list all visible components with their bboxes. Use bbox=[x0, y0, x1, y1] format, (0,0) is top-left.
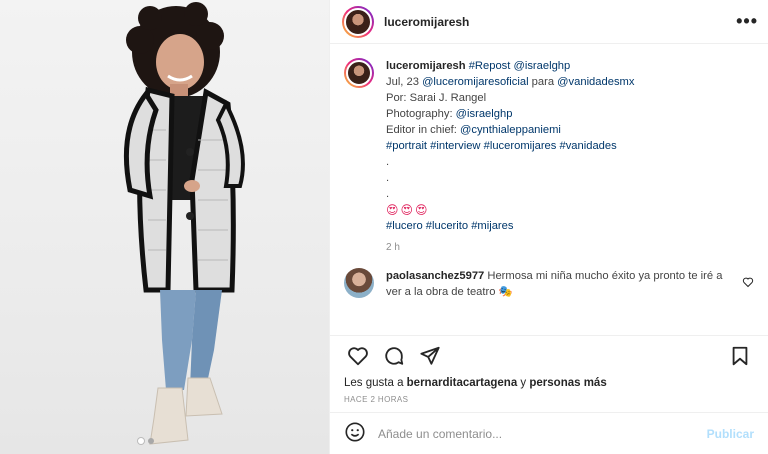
caption-dot: . bbox=[386, 156, 390, 168]
caption-username[interactable]: luceromijaresh bbox=[386, 60, 466, 72]
more-options-icon[interactable]: ••• bbox=[736, 11, 758, 32]
caption-hashtags-lucero[interactable]: #lucero #lucerito #mijares bbox=[386, 218, 634, 234]
caption-editor-label: Editor in chief: bbox=[386, 124, 460, 136]
comment-item: paolasanchez5977 Hermosa mi niña mucho é… bbox=[330, 256, 768, 300]
caption-para: para bbox=[528, 76, 558, 88]
comments-area[interactable]: luceromijaresh #Repost @israelghp Jul, 2… bbox=[330, 44, 768, 335]
commenter-avatar[interactable] bbox=[344, 268, 374, 298]
post-actions-bar bbox=[330, 335, 768, 375]
mention-cynthialeppaniemi[interactable]: @cynthialeppaniemi bbox=[460, 124, 561, 136]
post-age[interactable]: HACE 2 HORAS bbox=[330, 391, 768, 412]
comment-like-heart-icon[interactable] bbox=[742, 268, 754, 291]
likes-summary: Les gusta a bernarditacartagena y person… bbox=[330, 375, 768, 391]
caption-author-avatar[interactable] bbox=[344, 58, 374, 88]
post-header: luceromijaresh ••• bbox=[330, 0, 768, 44]
woman-portrait-photo bbox=[123, 2, 245, 445]
commenter-username[interactable]: paolasanchez5977 bbox=[386, 270, 484, 282]
caption-hashtags-portrait[interactable]: #portrait #interview #luceromijares #van… bbox=[386, 138, 634, 154]
carousel-dot[interactable] bbox=[148, 438, 154, 444]
like-heart-icon[interactable] bbox=[340, 341, 376, 371]
comment-text: paolasanchez5977 Hermosa mi niña mucho é… bbox=[386, 268, 736, 300]
caption-hashtags-repost[interactable]: #Repost @israelghp bbox=[469, 60, 571, 72]
emoji-smiley-icon[interactable] bbox=[344, 421, 366, 446]
caption-date: Jul, 23 bbox=[386, 76, 423, 88]
liker-username[interactable]: bernarditacartagena bbox=[407, 377, 518, 389]
likes-prefix: Les gusta a bbox=[344, 377, 407, 389]
caption-dot: . bbox=[386, 172, 390, 184]
mention-luceromijaresoficial[interactable]: @luceromijaresoficial bbox=[422, 76, 528, 88]
publish-button[interactable]: Publicar bbox=[707, 427, 754, 441]
caption-photography-label: Photography: bbox=[386, 108, 456, 120]
comment-bubble-icon[interactable] bbox=[376, 341, 412, 371]
post-caption: luceromijaresh #Repost @israelghp Jul, 2… bbox=[330, 44, 768, 256]
caption-author-credit: Por: Sarai J. Rangel bbox=[386, 92, 487, 104]
post-photo[interactable] bbox=[0, 0, 330, 454]
author-avatar[interactable] bbox=[342, 5, 374, 38]
caption-timestamp[interactable]: 2 h bbox=[386, 240, 634, 256]
caption-text: luceromijaresh #Repost @israelghp Jul, 2… bbox=[386, 58, 634, 256]
carousel-dots bbox=[138, 438, 154, 444]
mention-israelghp[interactable]: @israelghp bbox=[456, 108, 513, 120]
carousel-dot-active[interactable] bbox=[138, 438, 144, 444]
caption-dot: . bbox=[386, 188, 390, 200]
comment-input[interactable] bbox=[378, 426, 707, 441]
mention-vanidadesmx[interactable]: @vanidadesmx bbox=[557, 76, 634, 88]
caption-emojis: 😍😍😍 bbox=[386, 203, 430, 217]
author-username[interactable]: luceromijaresh bbox=[384, 15, 469, 29]
post-side-panel: luceromijaresh ••• luceromijaresh #Repos… bbox=[330, 0, 768, 454]
likes-conjunction: y bbox=[517, 377, 530, 389]
save-bookmark-icon[interactable] bbox=[722, 341, 758, 371]
add-comment-bar: Publicar bbox=[330, 412, 768, 454]
share-paper-plane-icon[interactable] bbox=[412, 341, 448, 371]
likes-others-link[interactable]: personas más bbox=[529, 377, 606, 389]
instagram-post-view: luceromijaresh ••• luceromijaresh #Repos… bbox=[0, 0, 768, 454]
